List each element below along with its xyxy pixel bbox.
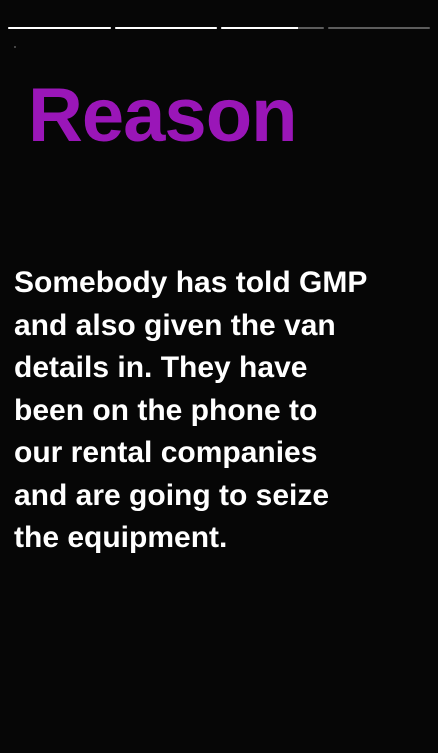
progress-segment-1 [8,27,111,29]
body-line-3: details in. They have [14,351,308,384]
progress-fill-1 [8,27,111,29]
progress-segment-2 [114,27,217,29]
decorative-dot [14,46,16,48]
progress-fill-2 [114,27,217,29]
body-line-5: our rental companies [14,436,318,469]
body-line-4: been on the phone to [14,393,318,427]
body-line-7: the equipment. [14,521,228,554]
body-line-1: Somebody has told GMP [14,266,368,299]
progress-fill-3 [221,27,298,29]
progress-segment-4 [327,27,430,29]
story-progress-bar [8,27,430,30]
body-line-2: and also given the van [14,308,336,342]
body-line-6: and are going to seize [14,478,330,512]
story-body-text: Somebody has told GMP and also given the… [14,262,414,560]
story-heading: Reason [28,73,298,158]
story-view[interactable]: Reason Somebody has told GMP and also gi… [0,0,438,753]
progress-segment-3 [221,27,324,29]
